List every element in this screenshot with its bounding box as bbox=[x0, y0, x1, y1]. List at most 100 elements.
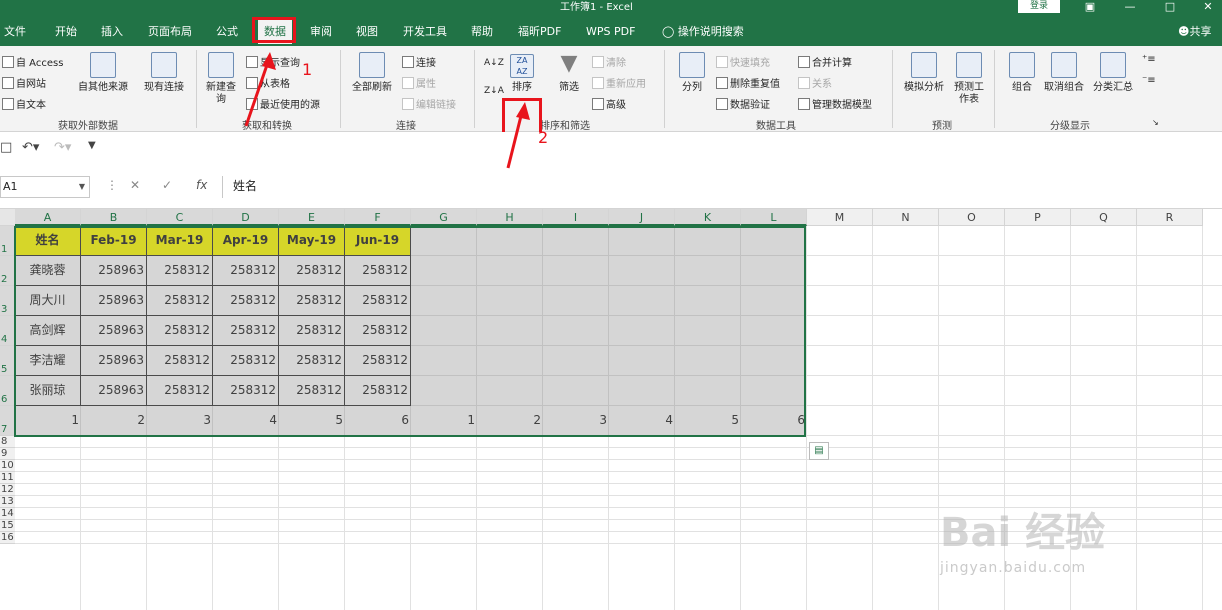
index-cell[interactable]: 3 bbox=[147, 406, 213, 436]
name-cell[interactable]: 龚晓蓉 bbox=[15, 256, 81, 286]
column-header-o[interactable]: O bbox=[939, 209, 1005, 226]
tab-insert[interactable]: 插入 bbox=[101, 18, 123, 46]
value-cell[interactable]: 258963 bbox=[81, 286, 147, 316]
connections-button[interactable]: 连接 bbox=[402, 54, 436, 69]
filter-button[interactable]: ▼ 筛选 bbox=[552, 52, 586, 94]
text-to-columns-button[interactable]: 分列 bbox=[674, 52, 710, 94]
column-header-f[interactable]: F bbox=[345, 209, 411, 226]
customize-qat-icon[interactable]: ▼ bbox=[88, 140, 96, 151]
row-header-15[interactable]: 15 bbox=[0, 520, 15, 532]
existing-connections-button[interactable]: 现有连接 bbox=[138, 52, 190, 94]
value-cell[interactable]: 258312 bbox=[345, 286, 411, 316]
other-sources-button[interactable]: 自其他来源 bbox=[72, 52, 134, 94]
hide-detail-icon[interactable]: ⁻≡ bbox=[1142, 75, 1156, 86]
tab-foxit-pdf[interactable]: 福昕PDF bbox=[518, 18, 561, 46]
row-header-14[interactable]: 14 bbox=[0, 508, 15, 520]
header-cell[interactable]: Jun-19 bbox=[345, 226, 411, 256]
value-cell[interactable]: 258312 bbox=[213, 286, 279, 316]
show-detail-icon[interactable]: ⁺≡ bbox=[1142, 54, 1156, 65]
name-cell[interactable]: 周大川 bbox=[15, 286, 81, 316]
group-button[interactable]: 组合 bbox=[1006, 52, 1038, 94]
name-cell[interactable]: 李洁耀 bbox=[15, 346, 81, 376]
value-cell[interactable]: 258312 bbox=[213, 256, 279, 286]
from-web-button[interactable]: 自网站 bbox=[2, 75, 46, 90]
cancel-formula-icon[interactable]: ✕ bbox=[130, 178, 140, 192]
value-cell[interactable]: 258312 bbox=[345, 346, 411, 376]
column-header-d[interactable]: D bbox=[213, 209, 279, 226]
value-cell[interactable]: 258312 bbox=[213, 316, 279, 346]
insert-function-icon[interactable]: fx bbox=[196, 178, 207, 192]
column-header-h[interactable]: H bbox=[477, 209, 543, 226]
subtotal-button[interactable]: 分类汇总 bbox=[1088, 52, 1138, 94]
row-header-7[interactable]: 7 bbox=[0, 406, 15, 436]
name-cell[interactable]: 高剑辉 bbox=[15, 316, 81, 346]
index-cell[interactable]: 4 bbox=[213, 406, 279, 436]
header-cell[interactable]: Feb-19 bbox=[81, 226, 147, 256]
clear-filter-button[interactable]: 清除 bbox=[592, 54, 626, 69]
consolidate-button[interactable]: 合并计算 bbox=[798, 54, 852, 69]
reapply-button[interactable]: 重新应用 bbox=[592, 75, 646, 90]
row-header-6[interactable]: 6 bbox=[0, 376, 15, 406]
redo-icon[interactable]: ↷▾ bbox=[54, 140, 71, 155]
column-header-e[interactable]: E bbox=[279, 209, 345, 226]
minimize-icon[interactable]: — bbox=[1120, 0, 1140, 18]
row-header-2[interactable]: 2 bbox=[0, 256, 15, 286]
enter-formula-icon[interactable]: ✓ bbox=[162, 178, 172, 192]
value-cell[interactable]: 258312 bbox=[345, 316, 411, 346]
tab-home[interactable]: 开始 bbox=[55, 18, 77, 46]
undo-icon[interactable]: ↶▾ bbox=[22, 140, 39, 155]
row-header-9[interactable]: 9 bbox=[0, 448, 15, 460]
value-cell[interactable]: 258312 bbox=[279, 376, 345, 406]
value-cell[interactable]: 258312 bbox=[279, 316, 345, 346]
relationships-button[interactable]: 关系 bbox=[798, 75, 832, 90]
row-header-13[interactable]: 13 bbox=[0, 496, 15, 508]
sort-button[interactable]: ZA AZ 排序 bbox=[506, 54, 538, 94]
value-cell[interactable]: 258312 bbox=[279, 286, 345, 316]
header-cell[interactable]: Mar-19 bbox=[147, 226, 213, 256]
save-icon[interactable]: □ bbox=[0, 140, 12, 155]
close-icon[interactable]: ✕ bbox=[1198, 0, 1218, 18]
index-cell[interactable]: 5 bbox=[675, 406, 741, 436]
header-cell[interactable]: 姓名 bbox=[15, 226, 81, 256]
tab-developer[interactable]: 开发工具 bbox=[403, 18, 447, 46]
column-header-c[interactable]: C bbox=[147, 209, 213, 226]
index-cell[interactable]: 2 bbox=[81, 406, 147, 436]
share-button[interactable]: ☻共享 bbox=[1178, 18, 1211, 46]
index-cell[interactable]: 5 bbox=[279, 406, 345, 436]
tab-wps-pdf[interactable]: WPS PDF bbox=[586, 18, 635, 46]
new-query-button[interactable]: 新建查询 bbox=[202, 52, 240, 106]
value-cell[interactable]: 258312 bbox=[345, 256, 411, 286]
name-box[interactable]: A1 ▼ bbox=[0, 176, 90, 198]
row-header-10[interactable]: 10 bbox=[0, 460, 15, 472]
column-header-q[interactable]: Q bbox=[1071, 209, 1137, 226]
value-cell[interactable]: 258312 bbox=[147, 286, 213, 316]
manage-data-model-button[interactable]: 管理数据模型 bbox=[798, 96, 872, 111]
column-header-g[interactable]: G bbox=[411, 209, 477, 226]
flash-fill-button[interactable]: 快速填充 bbox=[716, 54, 770, 69]
sort-descending-icon[interactable]: Z↓A bbox=[484, 86, 504, 96]
recent-sources-button[interactable]: 最近使用的源 bbox=[246, 96, 320, 111]
value-cell[interactable]: 258312 bbox=[147, 346, 213, 376]
row-header-8[interactable]: 8 bbox=[0, 436, 15, 448]
column-header-a[interactable]: A bbox=[15, 209, 81, 226]
from-access-button[interactable]: 自 Access bbox=[2, 54, 63, 69]
dialog-launcher-icon[interactable]: ↘ bbox=[1152, 118, 1159, 127]
row-header-4[interactable]: 4 bbox=[0, 316, 15, 346]
value-cell[interactable]: 258312 bbox=[279, 346, 345, 376]
value-cell[interactable]: 258312 bbox=[279, 256, 345, 286]
column-header-r[interactable]: R bbox=[1137, 209, 1203, 226]
index-cell[interactable]: 6 bbox=[345, 406, 411, 436]
from-table-button[interactable]: 从表格 bbox=[246, 75, 290, 90]
formula-input[interactable]: 姓名 bbox=[222, 176, 1222, 198]
tab-file[interactable]: 文件 bbox=[4, 18, 26, 46]
row-header-5[interactable]: 5 bbox=[0, 346, 15, 376]
column-header-p[interactable]: P bbox=[1005, 209, 1071, 226]
quick-analysis-icon[interactable]: ▤ bbox=[809, 442, 829, 460]
show-queries-button[interactable]: 显示查询 bbox=[246, 54, 300, 69]
refresh-all-button[interactable]: 全部刷新 bbox=[348, 52, 396, 94]
properties-button[interactable]: 属性 bbox=[402, 75, 436, 90]
value-cell[interactable]: 258312 bbox=[345, 376, 411, 406]
advanced-filter-button[interactable]: 高级 bbox=[592, 96, 626, 111]
column-header-m[interactable]: M bbox=[807, 209, 873, 226]
tell-me-search[interactable]: ◯ 操作说明搜索 bbox=[662, 18, 744, 46]
